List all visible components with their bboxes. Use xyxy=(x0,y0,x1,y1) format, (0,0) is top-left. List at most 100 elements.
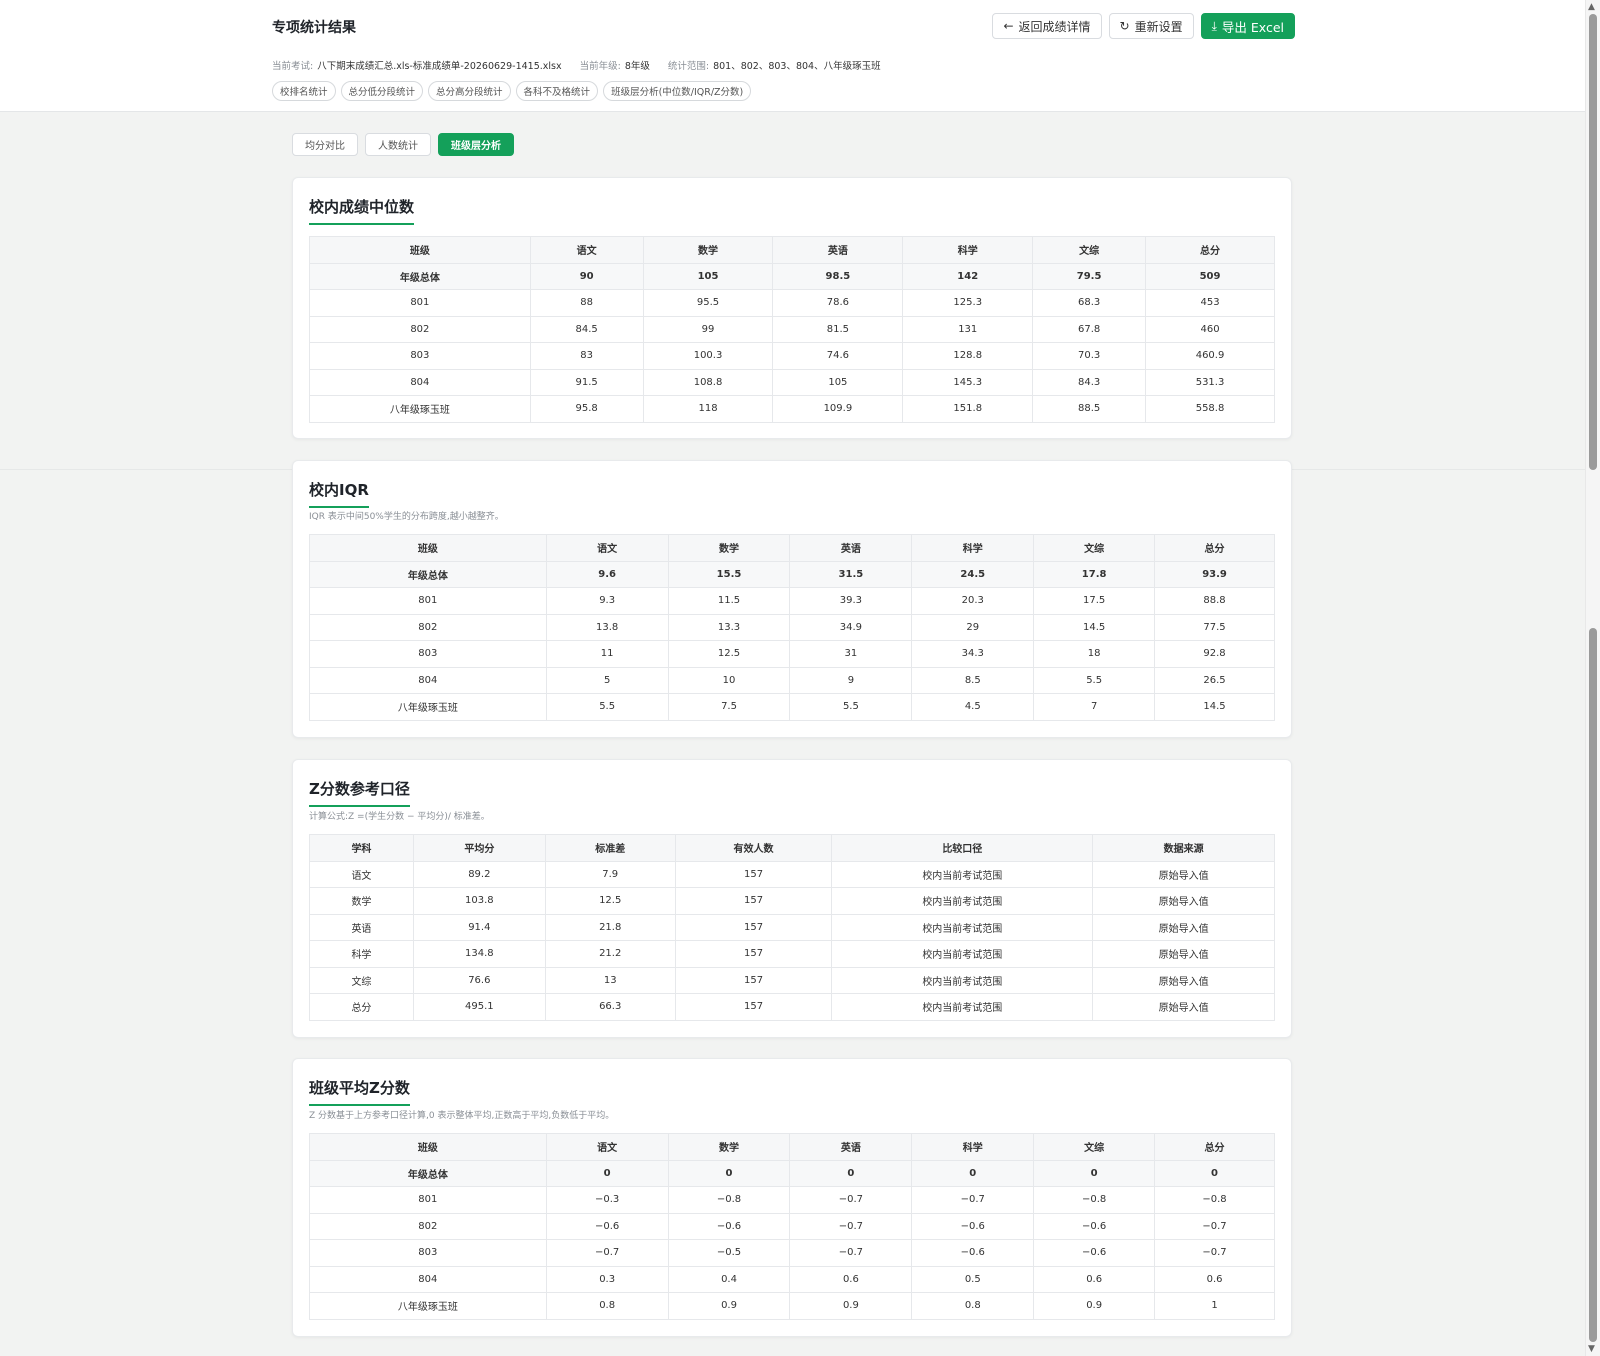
cell: 校内当前考试范围 xyxy=(831,913,1094,941)
cell: −0.7 xyxy=(789,1186,913,1214)
col-math: 数学 xyxy=(642,236,774,264)
cell: 数学 xyxy=(309,887,414,915)
table-row: 总分 495.1 66.3 157 校内当前考试范围 原始导入值 xyxy=(309,993,1275,1021)
scroll-down-icon[interactable]: ▼ xyxy=(1588,1344,1595,1354)
vertical-scrollbar[interactable]: ▲ ▼ xyxy=(1585,0,1600,1356)
cell: 7.9 xyxy=(544,860,676,888)
cell: 八年级琢玉班 xyxy=(309,693,547,721)
cell: 10 xyxy=(667,666,791,694)
cell: 9 xyxy=(789,666,913,694)
table-row: 803 −0.7 −0.5 −0.7 −0.6 −0.6 −0.7 xyxy=(309,1239,1275,1267)
cell: 495.1 xyxy=(412,993,546,1021)
cell: 76.6 xyxy=(412,966,546,994)
cell: 105 xyxy=(772,368,904,396)
cell: 157 xyxy=(674,966,833,994)
class-z-title: 班级平均Z分数 xyxy=(309,1077,410,1106)
cell: 0.6 xyxy=(789,1265,913,1293)
col-math: 数学 xyxy=(667,534,791,562)
tag-school-rank: 校排名统计 xyxy=(272,81,336,101)
cell: 八年级琢玉班 xyxy=(309,395,531,423)
iqr-table: 班级 语文 数学 英语 科学 文综 总分 年级总体 9.6 15.5 31.5 24.5… xyxy=(309,534,1275,721)
cell: −0.6 xyxy=(911,1239,1035,1267)
cell: 17.5 xyxy=(1033,587,1156,615)
tab-average-compare[interactable]: 均分对比 xyxy=(292,133,358,156)
cell: −0.7 xyxy=(545,1239,669,1267)
back-to-details-button[interactable]: ← 返回成绩详情 xyxy=(992,13,1102,39)
meta-grade-value: 8年级 xyxy=(624,61,650,72)
cell: 7 xyxy=(1033,693,1156,721)
cell: 0.6 xyxy=(1033,1265,1156,1293)
reset-button-label: 重新设置 xyxy=(1134,19,1183,34)
median-table: 班级 语文 数学 英语 科学 文综 总分 年级总体 90 105 98.5 142 79.… xyxy=(309,236,1275,423)
cell: 803 xyxy=(309,342,531,370)
cell: 151.8 xyxy=(902,395,1034,423)
cell: 91.4 xyxy=(412,913,546,941)
cell: 29 xyxy=(911,613,1035,641)
cell: 0.9 xyxy=(789,1292,913,1320)
cell: 105 xyxy=(642,262,774,290)
cell: 0.3 xyxy=(545,1265,669,1293)
cell: 14.5 xyxy=(1033,613,1156,641)
class-z-card: 班级平均Z分数 Z 分数基于上方参考口径计算,0 表示整体平均,正数高于平均,负… xyxy=(292,1058,1292,1337)
meta-grade: 当前年级: 8年级 xyxy=(580,58,650,72)
cell: 128.8 xyxy=(902,342,1034,370)
cell: 90 xyxy=(529,262,644,290)
cell: 校内当前考试范围 xyxy=(831,993,1094,1021)
cell: 108.8 xyxy=(642,368,774,396)
export-excel-button[interactable]: ⤓ 导出 Excel xyxy=(1200,13,1295,39)
cell: 157 xyxy=(674,860,833,888)
cell: −0.7 xyxy=(789,1212,913,1240)
header-actions: ← 返回成绩详情 ↻ 重新设置 ⤓ 导出 Excel xyxy=(992,13,1295,39)
table-row: 802 13.8 13.3 34.9 29 14.5 77.5 xyxy=(309,613,1275,641)
cell: 校内当前考试范围 xyxy=(831,860,1094,888)
col-total: 总分 xyxy=(1145,236,1275,264)
cell: 803 xyxy=(309,640,547,668)
cell: 4.5 xyxy=(911,693,1035,721)
cell: 12.5 xyxy=(544,887,676,915)
scrollbar-thumb-lower[interactable] xyxy=(1589,628,1597,1342)
scrollbar-thumb-upper[interactable] xyxy=(1589,14,1597,470)
cell: 24.5 xyxy=(911,560,1035,588)
cell: 100.3 xyxy=(642,342,774,370)
table-row: 八年级琢玉班 95.8 118 109.9 151.8 88.5 558.8 xyxy=(309,395,1275,423)
cell: 93.9 xyxy=(1154,560,1275,588)
top-header: 专项统计结果 ← 返回成绩详情 ↻ 重新设置 ⤓ 导出 Excel 当前考试: 八… xyxy=(0,0,1585,112)
col-humanities: 文综 xyxy=(1033,1133,1156,1161)
cell: 531.3 xyxy=(1145,368,1275,396)
col-class: 班级 xyxy=(309,1133,547,1161)
cell: 13.3 xyxy=(667,613,791,641)
tab-count-stats[interactable]: 人数统计 xyxy=(365,133,431,156)
page-title: 专项统计结果 xyxy=(272,20,356,36)
z-reference-header-row: 学科 平均分 标准差 有效人数 比较口径 数据来源 xyxy=(309,834,1275,862)
scroll-up-icon[interactable]: ▲ xyxy=(1588,2,1595,12)
cell: 5.5 xyxy=(1033,666,1156,694)
stat-type-tags: 校排名统计 总分低分段统计 总分高分段统计 各科不及格统计 班级层分析(中位数/… xyxy=(272,81,752,101)
cell: 125.3 xyxy=(902,289,1034,317)
cell: −0.6 xyxy=(1033,1212,1156,1240)
cell: 0.4 xyxy=(667,1265,791,1293)
cell: −0.5 xyxy=(667,1239,791,1267)
cell: 0.8 xyxy=(911,1292,1035,1320)
reset-settings-button[interactable]: ↻ 重新设置 xyxy=(1108,13,1194,39)
iqr-subtitle: IQR 表示中间50%学生的分布跨度,越小越整齐。 xyxy=(309,512,504,522)
tag-low-score: 总分低分段统计 xyxy=(340,81,424,101)
cell: 年级总体 xyxy=(309,262,531,290)
cell: 11.5 xyxy=(667,587,791,615)
tab-class-analysis[interactable]: 班级层分析 xyxy=(438,133,514,156)
table-row: 804 0.3 0.4 0.6 0.5 0.6 0.6 xyxy=(309,1265,1275,1293)
cell: 801 xyxy=(309,1186,547,1214)
class-z-header-row: 班级 语文 数学 英语 科学 文综 总分 xyxy=(309,1133,1275,1161)
col-valid-count: 有效人数 xyxy=(674,834,833,862)
cell: 0 xyxy=(911,1159,1035,1187)
cell: 0 xyxy=(1033,1159,1156,1187)
cell: 18 xyxy=(1033,640,1156,668)
cell: 总分 xyxy=(309,993,414,1021)
cell: 0 xyxy=(667,1159,791,1187)
cell: 5.5 xyxy=(789,693,913,721)
col-chinese: 语文 xyxy=(545,534,669,562)
cell: 103.8 xyxy=(412,887,546,915)
cell: 0.5 xyxy=(911,1265,1035,1293)
cell: 34.9 xyxy=(789,613,913,641)
col-humanities: 文综 xyxy=(1033,534,1156,562)
col-total: 总分 xyxy=(1154,534,1275,562)
